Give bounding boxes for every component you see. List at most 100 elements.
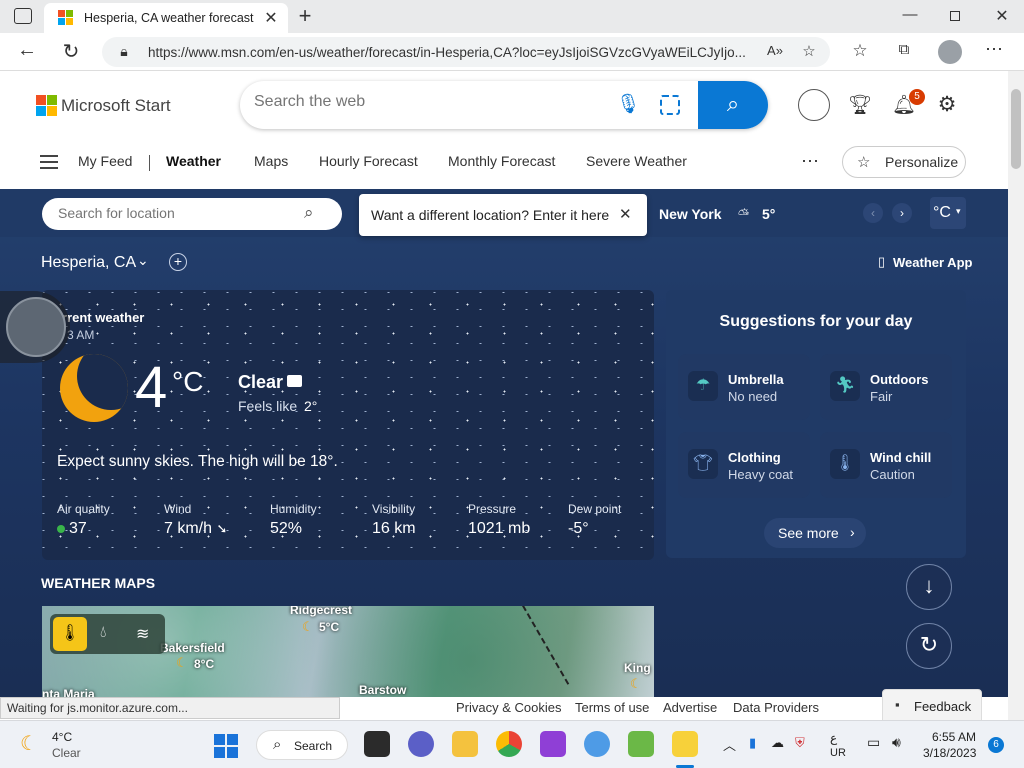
taskbar-moon-icon[interactable]: ☾ — [20, 731, 38, 756]
url-text[interactable]: https://www.msn.com/en-us/weather/foreca… — [148, 45, 768, 60]
tray-app-icon[interactable]: ▮ — [749, 735, 756, 751]
location-search-input[interactable] — [58, 205, 298, 221]
stat-dew-point[interactable]: Dew point -5° — [568, 502, 621, 538]
wind-layer-icon[interactable]: ≋ — [136, 624, 149, 644]
taskbar-weather-condition[interactable]: Clear — [52, 746, 81, 760]
close-tab-icon[interactable]: ✕ — [262, 8, 280, 28]
scroll-down-icon[interactable]: ↓ — [906, 564, 952, 610]
suggestion-wind-chill[interactable]: 🌡︎ Wind chill Caution — [820, 432, 952, 498]
edge-browser-icon[interactable] — [672, 731, 698, 757]
settings-gear-icon[interactable]: ⚙ — [936, 92, 958, 117]
nav-hourly-forecast[interactable]: Hourly Forecast — [319, 153, 418, 169]
nav-more-icon[interactable]: ⋯ — [800, 151, 820, 172]
taskbar-weather-temp[interactable]: 4°C — [52, 730, 72, 744]
location-name[interactable]: Hesperia, CA — [41, 254, 136, 272]
stat-air-quality[interactable]: Air quality 37 — [57, 502, 110, 538]
rewards-trophy-icon[interactable]: 🏆︎ — [848, 93, 872, 117]
chat-icon[interactable] — [408, 731, 434, 757]
refresh-weather-icon[interactable]: ↻ — [906, 623, 952, 669]
nav-severe-weather[interactable]: Severe Weather — [586, 153, 687, 169]
collections-icon[interactable]: ⧉ — [894, 41, 914, 58]
see-more-button[interactable]: See more › — [764, 518, 866, 548]
stat-wind[interactable]: Wind 7 km/h ➘ — [164, 502, 227, 538]
nav-monthly-forecast[interactable]: Monthly Forecast — [448, 153, 555, 169]
location-search-box[interactable]: ⌕ — [42, 198, 342, 230]
weather-summary: Expect sunny skies. The high will be 18°… — [57, 453, 338, 470]
file-explorer-icon[interactable] — [452, 731, 478, 757]
task-view-icon[interactable] — [364, 731, 390, 757]
footer-privacy[interactable]: Privacy & Cookies — [456, 700, 561, 715]
add-favorite-icon[interactable]: ☆ — [800, 42, 818, 60]
search-input[interactable] — [254, 93, 584, 111]
suggestion-clothing[interactable]: 👕︎ Clothing Heavy coat — [678, 432, 810, 498]
copilot-bubble[interactable] — [0, 291, 70, 363]
nav-my-feed[interactable]: My Feed — [78, 153, 132, 169]
feedback-button[interactable]: ▪ Feedback — [882, 689, 982, 721]
windows-start-icon[interactable] — [214, 734, 238, 758]
search-box[interactable]: 🎙︎ ⌕ — [240, 81, 768, 129]
stat-humidity[interactable]: Humidity 52% — [270, 502, 317, 538]
lock-icon[interactable]: 🔒︎ — [116, 43, 132, 60]
read-aloud-icon[interactable]: A» — [766, 43, 784, 58]
footer-terms[interactable]: Terms of use — [575, 700, 649, 715]
brand-name[interactable]: Microsoft Start — [61, 96, 171, 116]
location-search-icon[interactable]: ⌕ — [304, 203, 314, 223]
page-scrollbar[interactable] — [1008, 71, 1024, 720]
visual-search-icon[interactable] — [660, 95, 680, 115]
chrome-icon[interactable] — [496, 731, 522, 757]
back-icon[interactable]: ← — [16, 39, 38, 62]
weather-map[interactable]: Ridgecrest ☾ 5°C Bakersfield ☾ 8°C Barst… — [42, 606, 654, 697]
minimize-icon[interactable]: — — [900, 6, 920, 23]
personalize-button[interactable]: ☆ Personalize — [842, 146, 966, 178]
microsoft-logo-icon[interactable] — [36, 95, 58, 117]
qbittorrent-icon[interactable] — [584, 731, 610, 757]
tray-cloud-icon[interactable]: ☁ — [771, 735, 784, 751]
show-hidden-icons-icon[interactable]: ︿ — [723, 735, 736, 754]
maximize-icon[interactable] — [950, 11, 960, 21]
other-city-name[interactable]: New York — [659, 206, 722, 222]
volume-icon[interactable]: 🔊︎ — [892, 734, 901, 751]
nav-maps[interactable]: Maps — [254, 153, 288, 169]
unit-selector[interactable]: °C ▾ — [930, 197, 966, 229]
taskbar-search[interactable]: ⌕ Search — [256, 730, 348, 760]
nav-weather[interactable]: Weather — [166, 153, 221, 169]
tray-security-icon[interactable]: ⛨ — [795, 735, 805, 751]
weather-app-link[interactable]: Weather App — [893, 255, 972, 270]
search-button[interactable]: ⌕ — [698, 81, 768, 129]
profile-avatar[interactable] — [938, 40, 962, 64]
visual-studio-icon[interactable] — [540, 731, 566, 757]
suggestion-outdoors[interactable]: 🏃︎ Outdoors Fair — [820, 354, 952, 420]
more-menu-icon[interactable]: ⋯ — [984, 39, 1004, 60]
notification-center-badge[interactable]: 6 — [988, 737, 1004, 753]
language-top[interactable]: ع — [830, 731, 837, 745]
location-chevron-icon[interactable]: ⌄ — [137, 252, 149, 269]
browser-tab[interactable]: Hesperia, CA weather forecast | M ✕ — [44, 3, 288, 33]
add-location-icon[interactable]: + — [169, 253, 187, 271]
stat-pressure[interactable]: Pressure 1021 mb — [468, 502, 530, 538]
refresh-icon[interactable]: ↻ — [60, 39, 82, 64]
prev-city-arrow-icon[interactable]: ‹ — [863, 203, 883, 223]
tooltip-close-icon[interactable]: ✕ — [619, 205, 632, 223]
network-icon[interactable]: ▭ — [867, 734, 880, 751]
stat-visibility[interactable]: Visibility 16 km — [372, 502, 416, 538]
new-tab-icon[interactable]: + — [294, 3, 316, 29]
address-bar[interactable]: 🔒︎ https://www.msn.com/en-us/weather/for… — [102, 37, 830, 67]
sign-in-icon[interactable] — [798, 89, 830, 121]
game-app-icon[interactable] — [628, 731, 654, 757]
favorites-icon[interactable]: ☆ — [850, 41, 870, 61]
precipitation-layer-icon[interactable]: 💧︎ — [100, 624, 106, 642]
hamburger-menu-icon[interactable] — [40, 155, 58, 169]
condition-details-icon[interactable] — [287, 375, 302, 387]
close-window-icon[interactable]: ✕ — [992, 6, 1012, 26]
language-bottom[interactable]: UR — [830, 747, 846, 759]
footer-data-providers[interactable]: Data Providers — [733, 700, 819, 715]
footer-advertise[interactable]: Advertise — [663, 700, 717, 715]
suggestion-umbrella[interactable]: ☂ Umbrella No need — [678, 354, 810, 420]
clock-date[interactable]: 3/18/2023 — [923, 746, 976, 760]
next-city-arrow-icon[interactable]: › — [892, 203, 912, 223]
temperature-layer-icon[interactable]: 🌡︎ — [53, 617, 87, 651]
tab-actions-icon[interactable] — [14, 8, 32, 24]
microphone-icon[interactable]: 🎙︎ — [616, 92, 640, 116]
clock-time[interactable]: 6:55 AM — [932, 730, 976, 744]
scrollbar-thumb[interactable] — [1011, 89, 1021, 169]
